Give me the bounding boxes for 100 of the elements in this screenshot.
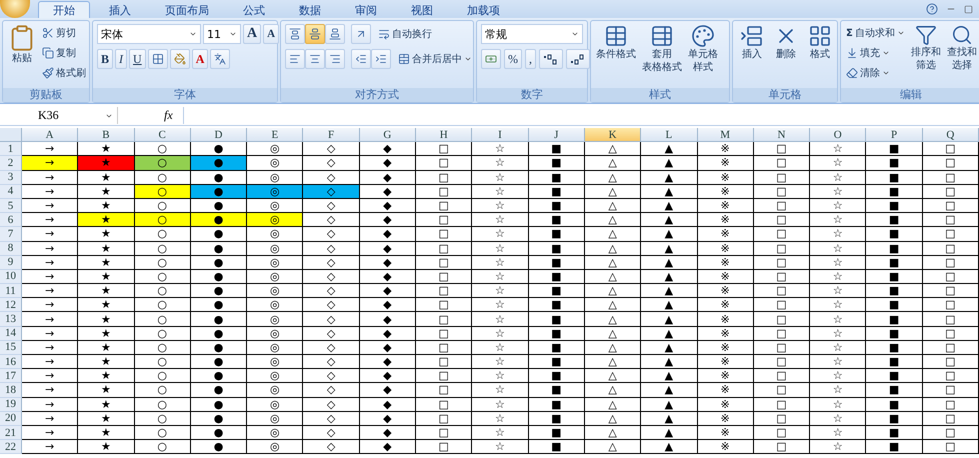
clipboard-button[interactable]: 格式刷 — [41, 64, 87, 82]
table-cell: □ — [416, 312, 472, 327]
row-header[interactable]: 8 — [0, 242, 22, 256]
row-header[interactable]: 20 — [0, 412, 22, 426]
row-header[interactable]: 14 — [0, 326, 22, 341]
column-header[interactable]: F — [303, 128, 360, 142]
column-header[interactable]: E — [247, 128, 304, 142]
cells-button[interactable]: 插入 — [737, 24, 767, 61]
insert-function-button[interactable]: fx — [158, 107, 179, 124]
row-header[interactable]: 15 — [0, 340, 22, 355]
table-cell: ★ — [78, 242, 135, 256]
clipboard-button[interactable]: 复制 — [41, 44, 87, 62]
ribbon-tab[interactable]: 审阅 — [340, 1, 392, 18]
row-header[interactable]: 17 — [0, 369, 22, 384]
editing-button[interactable]: 填充 — [845, 44, 906, 62]
decrease-indent-button[interactable] — [351, 49, 371, 69]
name-box[interactable]: K36 — [0, 107, 118, 124]
phonetic-button[interactable] — [210, 49, 230, 69]
row-header[interactable]: 11 — [0, 284, 22, 298]
ribbon-tab[interactable]: 插入 — [94, 1, 146, 18]
style-button[interactable]: 单元格 样式 — [687, 24, 719, 74]
row-header[interactable]: 21 — [0, 426, 22, 440]
font-style-button[interactable]: B — [97, 49, 114, 69]
style-button[interactable]: 套用 表格格式 — [641, 24, 683, 74]
column-header[interactable]: P — [866, 128, 923, 142]
font-name-field[interactable]: 宋体 — [97, 24, 201, 44]
column-header[interactable]: C — [134, 128, 191, 142]
paste-button[interactable]: 粘贴 — [7, 24, 37, 65]
clipboard-button[interactable]: 剪切 — [41, 24, 87, 42]
shrink-font-button[interactable]: A — [263, 24, 280, 44]
column-header[interactable]: J — [528, 128, 585, 142]
row-header[interactable]: 1 — [0, 142, 22, 156]
style-button[interactable]: 条件格式 — [595, 24, 637, 61]
borders-button[interactable] — [148, 49, 168, 69]
column-header[interactable]: N — [754, 128, 810, 142]
row-header[interactable]: 16 — [0, 355, 22, 370]
row-header[interactable]: 19 — [0, 398, 22, 412]
column-header[interactable]: G — [360, 128, 416, 142]
row-header[interactable]: 9 — [0, 256, 22, 270]
editing-button[interactable]: 清除 — [845, 64, 906, 82]
font-size-field[interactable]: 11 — [203, 24, 241, 44]
increase-indent-button[interactable] — [371, 49, 391, 69]
cells-button[interactable]: 删除 — [771, 24, 801, 61]
number-format-field[interactable]: 常规 — [481, 24, 583, 44]
increase-decimal-button[interactable] — [539, 49, 563, 69]
column-header[interactable]: L — [641, 128, 698, 142]
row-header[interactable]: 7 — [0, 227, 22, 242]
vertical-align-button[interactable] — [325, 24, 345, 44]
align-icon — [289, 28, 301, 40]
row-header[interactable]: 18 — [0, 383, 22, 398]
table-cell: ◆ — [360, 256, 416, 270]
table-cell: ☆ — [810, 355, 866, 370]
column-header[interactable]: Q — [922, 128, 979, 142]
decrease-decimal-button[interactable] — [566, 49, 590, 69]
column-header[interactable]: A — [22, 128, 78, 142]
row-header[interactable]: 4 — [0, 184, 22, 199]
table-cell: □ — [416, 369, 472, 384]
row-header[interactable]: 10 — [0, 270, 22, 284]
merge-center-button[interactable]: 合并后居中 — [397, 50, 473, 68]
row-header[interactable]: 2 — [0, 156, 22, 171]
ribbon-tab[interactable]: 页面布局 — [150, 1, 224, 18]
column-header[interactable]: H — [416, 128, 472, 142]
column-header[interactable]: D — [190, 128, 248, 142]
row-header[interactable]: 5 — [0, 198, 22, 214]
row-header[interactable]: 12 — [0, 298, 22, 312]
font-color-button[interactable]: A — [192, 49, 208, 69]
currency-button[interactable] — [481, 49, 501, 69]
orientation-button[interactable] — [351, 24, 371, 44]
percent-button[interactable]: % — [504, 49, 522, 69]
editing-button[interactable]: Σ 自动求和 — [845, 24, 906, 42]
group-label: 单元格 — [733, 88, 837, 102]
ribbon-tab[interactable]: 公式 — [228, 1, 280, 18]
grow-font-button[interactable]: A — [243, 24, 262, 44]
ribbon-tab[interactable]: 数据 — [284, 1, 336, 18]
row-header[interactable]: 3 — [0, 170, 22, 185]
column-header[interactable]: I — [472, 128, 529, 142]
align-right-button[interactable] — [325, 49, 345, 69]
font-style-button[interactable]: U — [129, 49, 146, 69]
vertical-align-button[interactable] — [305, 24, 325, 44]
wrap-text-button[interactable]: 自动换行 — [377, 25, 433, 43]
table-cell: ◇ — [303, 383, 360, 398]
find-select-button[interactable]: 查找和 选择 — [946, 24, 978, 72]
cells-button[interactable]: 格式 — [805, 24, 835, 61]
column-header[interactable]: M — [698, 128, 754, 142]
column-header[interactable]: O — [810, 128, 866, 142]
ribbon-tab[interactable]: 开始 — [38, 1, 90, 18]
column-header[interactable]: K — [584, 128, 642, 142]
ribbon-tab[interactable]: 加载项 — [452, 1, 515, 18]
row-header[interactable]: 6 — [0, 213, 22, 228]
vertical-align-button[interactable] — [285, 24, 305, 44]
fill-color-button[interactable] — [170, 49, 190, 69]
font-style-button[interactable]: I — [115, 49, 128, 69]
row-header[interactable]: 22 — [0, 440, 22, 454]
align-left-button[interactable] — [285, 49, 305, 69]
comma-style-button[interactable]: , — [525, 49, 536, 69]
align-center-button[interactable] — [305, 49, 325, 69]
row-header[interactable]: 13 — [0, 312, 22, 327]
column-header[interactable]: B — [78, 128, 135, 142]
ribbon-tab[interactable]: 视图 — [396, 1, 448, 18]
sort-filter-button[interactable]: 排序和 筛选 — [910, 24, 942, 72]
